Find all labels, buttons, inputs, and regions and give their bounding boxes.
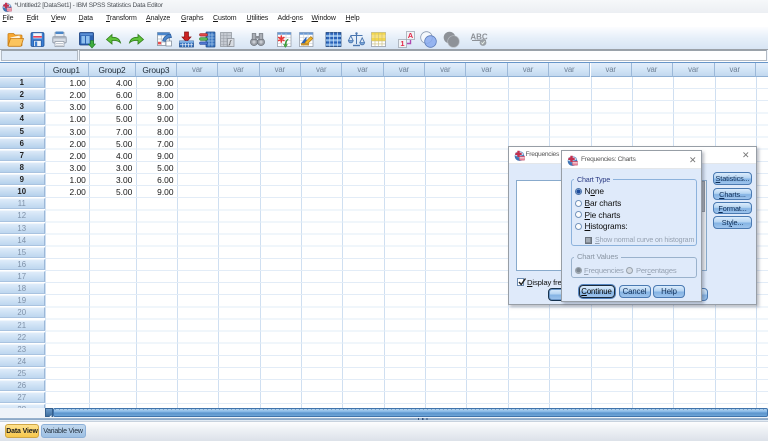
svg-text:1: 1 [400,39,404,48]
svg-text:A: A [407,31,413,40]
